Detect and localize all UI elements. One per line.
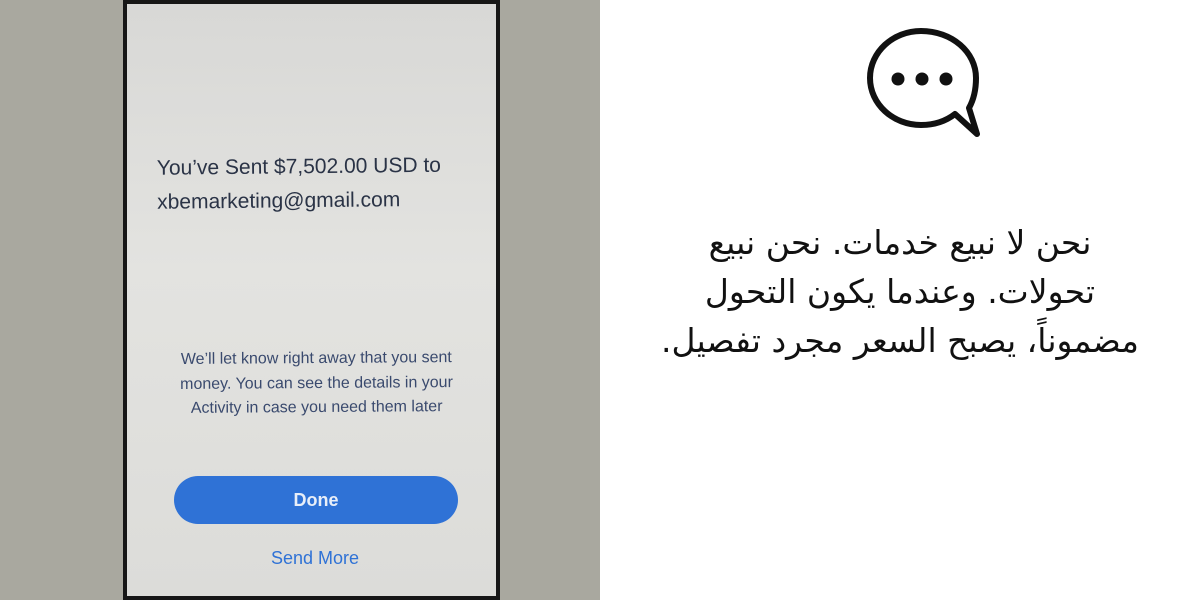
phone-photo: You’ve Sent $7,502.00 USD to xbemarketin… — [0, 0, 600, 600]
page-canvas: You’ve Sent $7,502.00 USD to xbemarketin… — [0, 0, 1200, 600]
payment-sent-title: You’ve Sent $7,502.00 USD to xbemarketin… — [157, 148, 488, 219]
notice-line: Activity in case you need them later — [190, 398, 443, 417]
payment-notice: We’ll let know right away that you sent … — [149, 346, 485, 422]
phone-bezel: You’ve Sent $7,502.00 USD to xbemarketin… — [123, 0, 500, 600]
payment-recipient-email: xbemarketing@gmail.com — [157, 188, 401, 214]
quote-line: مضموناً، يصبح السعر مجرد تفصيل. — [661, 321, 1139, 360]
send-more-link[interactable]: Send More — [215, 548, 415, 569]
arabic-quote: نحن لا نبيع خدمات. نحن نبيع تحولات. وعند… — [630, 218, 1170, 365]
quote-line: نحن لا نبيع خدمات. نحن نبيع — [708, 223, 1092, 262]
phone-screen: You’ve Sent $7,502.00 USD to xbemarketin… — [127, 4, 496, 596]
speech-bubble-ellipsis-icon — [867, 28, 980, 137]
done-button[interactable]: Done — [174, 476, 458, 524]
payment-sent-amount-line: You’ve Sent $7,502.00 USD to — [156, 153, 442, 180]
quote-line: تحولات. وعندما يكون التحول — [704, 272, 1096, 311]
notice-line: We’ll let know right away that you sent — [180, 349, 452, 368]
notice-line: money. You can see the details in your — [180, 373, 453, 393]
